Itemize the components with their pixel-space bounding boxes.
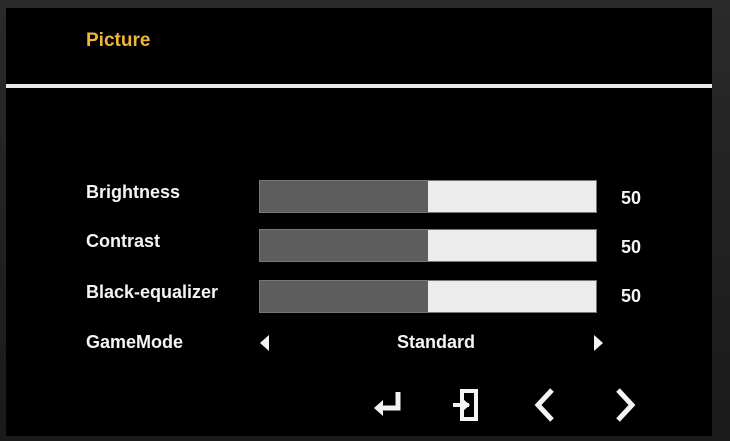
black-equalizer-slider[interactable] xyxy=(259,280,597,313)
contrast-value: 50 xyxy=(621,237,642,257)
title-divider xyxy=(6,84,712,88)
brightness-slider[interactable] xyxy=(259,180,597,213)
enter-button[interactable] xyxy=(366,382,412,428)
black-equalizer-value: 50 xyxy=(621,286,642,306)
next-button[interactable] xyxy=(602,382,648,428)
brightness-value: 50 xyxy=(621,188,642,208)
chevron-left-icon xyxy=(534,388,554,422)
osd-menu: Picture Brightness 50 Contrast 50 Black-… xyxy=(6,8,712,436)
contrast-slider[interactable] xyxy=(259,229,597,262)
brightness-slider-fill xyxy=(260,181,428,212)
black-equalizer-label: Black-equalizer xyxy=(86,282,219,302)
menu-title: Picture xyxy=(86,30,151,51)
brightness-label: Brightness xyxy=(86,182,181,202)
exit-icon xyxy=(453,389,478,421)
gamemode-label: GameMode xyxy=(86,332,184,352)
exit-button[interactable] xyxy=(444,382,490,428)
gamemode-value: Standard xyxy=(396,332,475,352)
chevron-right-icon xyxy=(616,388,636,422)
contrast-label: Contrast xyxy=(86,231,161,251)
gamemode-next-icon[interactable] xyxy=(594,335,603,351)
enter-icon xyxy=(374,392,401,416)
black-equalizer-slider-fill xyxy=(260,281,428,312)
contrast-slider-fill xyxy=(260,230,428,261)
prev-button[interactable] xyxy=(524,382,570,428)
gamemode-prev-icon[interactable] xyxy=(260,335,269,351)
